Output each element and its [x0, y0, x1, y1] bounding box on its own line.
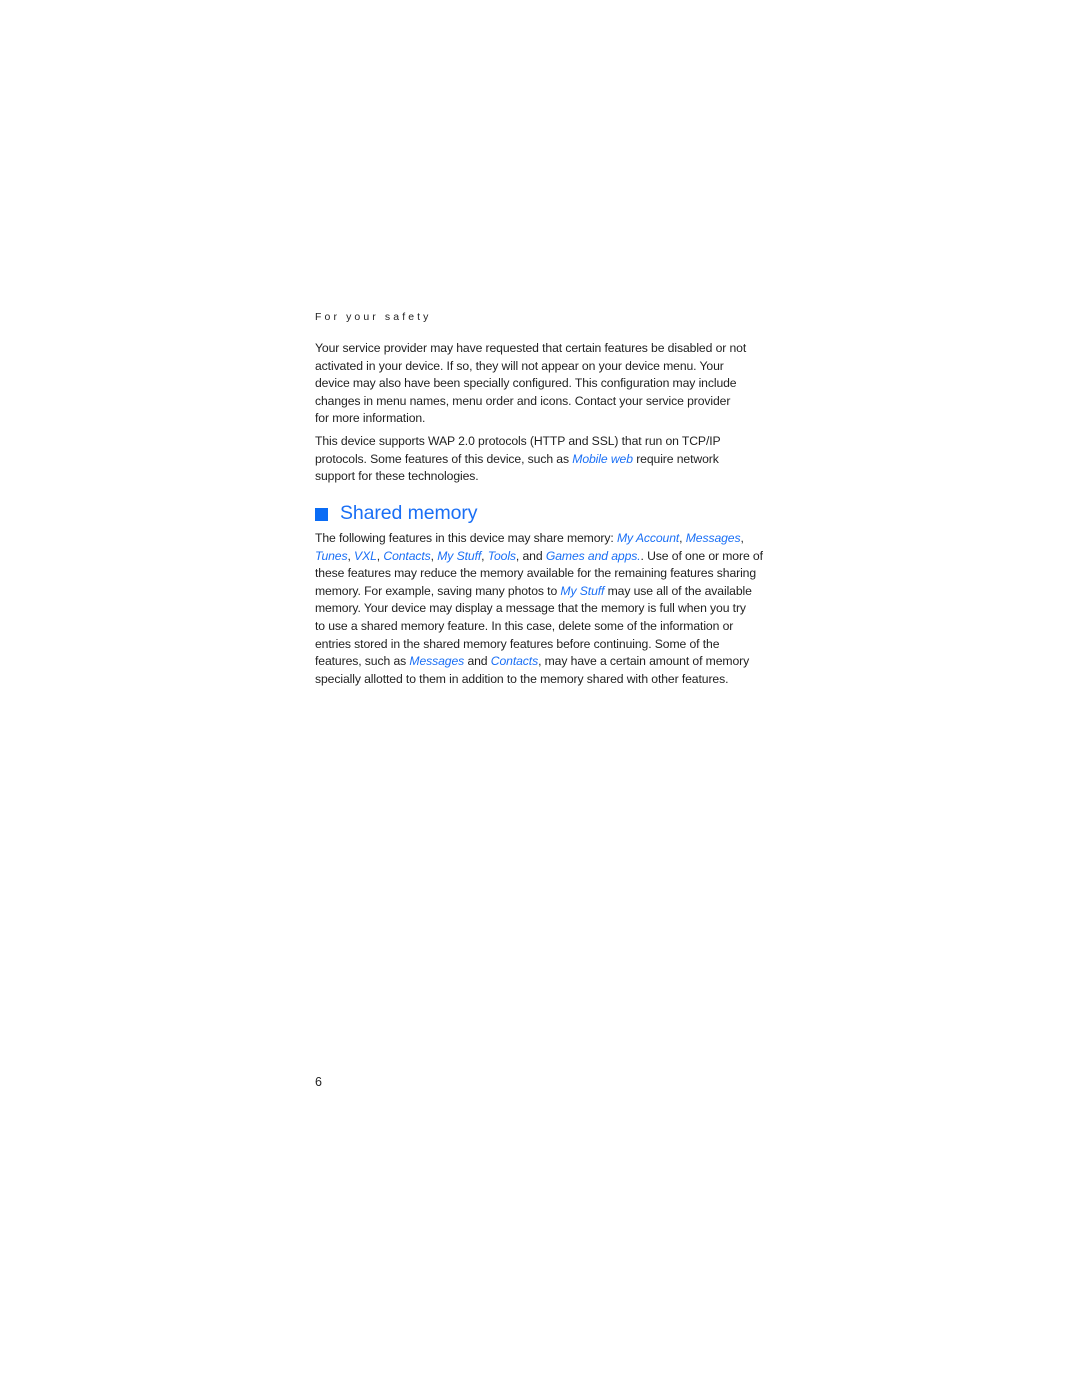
text-line: changes in menu names, menu order and ic… — [315, 393, 731, 408]
text-line: protocols. Some features of this device,… — [315, 451, 760, 469]
text-line: Your service provider may have requested… — [315, 341, 747, 355]
text-run: , — [481, 548, 488, 563]
link-contacts[interactable]: Contacts — [383, 549, 430, 563]
link-tunes[interactable]: Tunes — [315, 549, 348, 563]
text-line: Tunes, VXL, Contacts, My Stuff, Tools, a… — [315, 548, 763, 566]
text-line: device may also have been specially conf… — [315, 376, 737, 391]
text-line: features, such as Messages and Contacts,… — [315, 653, 760, 671]
text-run: require network — [632, 451, 719, 466]
text-run: , may have a certain amount of memory — [538, 654, 750, 669]
section-heading-shared-memory: Shared memory — [315, 502, 478, 525]
text-line: memory. Your device may display a messag… — [315, 601, 746, 616]
text-run: . Use of one or more of — [640, 548, 763, 563]
link-tools[interactable]: Tools — [488, 549, 516, 563]
link-my-account[interactable]: My Account — [617, 531, 679, 545]
link-messages[interactable]: Messages — [686, 531, 741, 545]
square-bullet-icon — [315, 507, 328, 521]
text-line: these features may reduce the memory ava… — [315, 566, 757, 581]
text-run: , — [740, 531, 744, 545]
text-line: to use a shared memory feature. In this … — [315, 618, 734, 633]
text-line: The following features in this device ma… — [315, 530, 760, 548]
text-line: specially allotted to them in addition t… — [315, 671, 729, 686]
text-line: entries stored in the shared memory feat… — [315, 636, 720, 651]
text-run: memory. For example, saving many photos … — [315, 583, 561, 598]
text-run: features, such as — [315, 654, 410, 669]
section-title: Shared memory — [340, 502, 478, 524]
link-messages[interactable]: Messages — [409, 654, 464, 668]
text-line: This device supports WAP 2.0 protocols (… — [315, 434, 721, 448]
text-line: support for these technologies. — [315, 469, 479, 484]
link-games-and-apps[interactable]: Games and apps. — [546, 549, 641, 563]
text-run: protocols. Some features of this device,… — [315, 451, 573, 466]
link-vxl[interactable]: VXL — [354, 549, 377, 563]
text-run: and — [464, 654, 491, 669]
link-mobile-web[interactable]: Mobile web — [572, 452, 633, 466]
text-line: memory. For example, saving many photos … — [315, 583, 760, 601]
page-number: 6 — [315, 1075, 322, 1089]
text-run: may use all of the available — [604, 583, 752, 598]
text-line: for more information. — [315, 411, 426, 426]
paragraph-wap-support: This device supports WAP 2.0 protocols (… — [315, 433, 760, 486]
link-contacts[interactable]: Contacts — [491, 654, 538, 668]
text-run: The following features in this device ma… — [315, 531, 617, 545]
running-head: For your safety — [315, 311, 432, 323]
text-run: , and — [515, 548, 546, 563]
paragraph-shared-memory: The following features in this device ma… — [315, 530, 763, 688]
paragraph-service-provider: Your service provider may have requested… — [315, 340, 760, 428]
text-run: , — [679, 531, 686, 545]
text-line: activated in your device. If so, they wi… — [315, 358, 724, 373]
link-my-stuff[interactable]: My Stuff — [560, 584, 604, 598]
link-my-stuff[interactable]: My Stuff — [437, 549, 481, 563]
